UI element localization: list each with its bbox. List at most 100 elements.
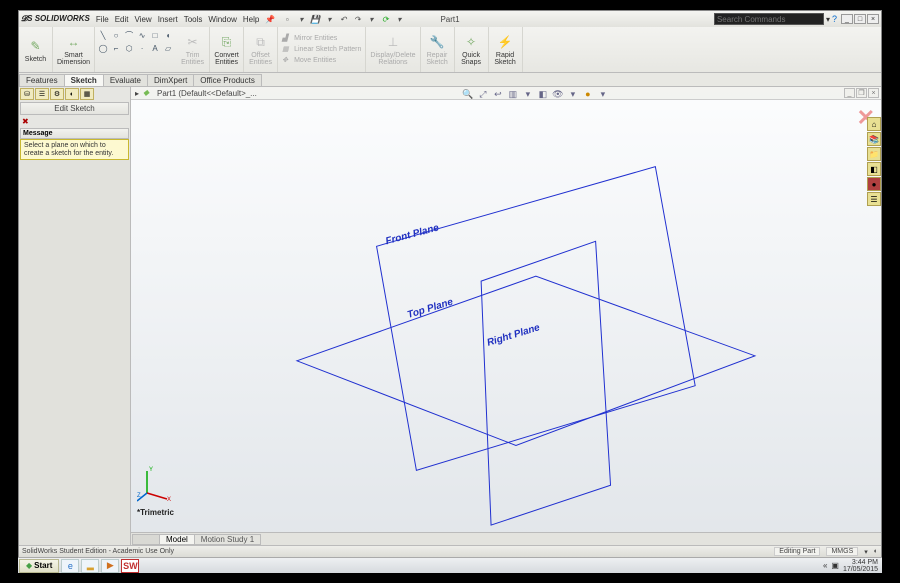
sketch-button[interactable]: ✎ Sketch — [19, 27, 53, 72]
minimize-button[interactable]: _ — [841, 14, 853, 24]
slot-tool-icon[interactable]: ◖ — [162, 29, 174, 41]
taskbar-ie-icon[interactable]: e — [61, 559, 79, 573]
top-plane-outline[interactable] — [297, 276, 755, 445]
panel-tab-study-icon[interactable]: ▦ — [80, 88, 94, 100]
panel-tab-tree-icon[interactable]: ⛁ — [20, 88, 34, 100]
panel-cancel-button[interactable]: ✖ — [19, 116, 130, 127]
tab-office[interactable]: Office Products — [193, 74, 262, 86]
view-name: *Trimetric — [137, 508, 174, 517]
app-logo: 𝓓S SOLIDWORKS — [21, 14, 90, 24]
mirror-button[interactable]: ▟Mirror Entities — [282, 34, 361, 44]
convert-button[interactable]: ⎘ Convert Entities — [210, 27, 244, 72]
maximize-button[interactable]: □ — [854, 14, 866, 24]
menu-bar: File Edit View Insert Tools Window Help … — [96, 15, 275, 24]
close-button[interactable]: × — [867, 14, 879, 24]
rapid-icon: ⚡ — [496, 33, 514, 51]
sketch-icon: ✎ — [27, 37, 45, 55]
tab-dimxpert[interactable]: DimXpert — [147, 74, 194, 86]
tray-expand-icon[interactable]: « — [823, 561, 827, 570]
ellipse-tool-icon[interactable]: ◯ — [97, 42, 109, 54]
open-icon[interactable]: ▾ — [295, 13, 307, 25]
smart-dimension-button[interactable]: ↔ Smart Dimension — [53, 27, 95, 72]
help-icon[interactable]: ? — [832, 14, 837, 24]
fillet-tool-icon[interactable]: ⌐ — [110, 42, 122, 54]
right-plane-outline[interactable] — [481, 241, 610, 525]
relations-button[interactable]: ⊥ Display/Delete Relations — [366, 27, 420, 72]
panel-tab-prop-icon[interactable]: ☰ — [35, 88, 49, 100]
svg-text:Z: Z — [137, 493, 141, 499]
panel-empty — [19, 160, 130, 545]
right-plane-label: Right Plane — [486, 322, 542, 349]
front-plane-outline[interactable] — [377, 167, 696, 471]
tab-model[interactable]: Model — [159, 534, 195, 545]
rect-tool-icon[interactable]: □ — [149, 29, 161, 41]
line-tool-icon[interactable]: ╲ — [97, 29, 109, 41]
offset-label: Offset Entities — [249, 52, 272, 66]
options-icon[interactable]: ▾ — [393, 13, 405, 25]
linear-pattern-button[interactable]: ▦Linear Sketch Pattern — [282, 45, 361, 55]
system-tray: « ▣ 3:44 PM 17/05/2015 — [823, 559, 882, 573]
text-tool-icon[interactable]: A — [149, 42, 161, 54]
repair-icon: 🔧 — [428, 33, 446, 51]
search-dropdown-icon[interactable]: ▾ — [826, 15, 830, 24]
panel-tab-config-icon[interactable]: ⚙ — [50, 88, 64, 100]
menu-pin-icon[interactable]: 📌 — [265, 15, 275, 24]
taskbar-media-icon[interactable]: ▶ — [101, 559, 119, 573]
menu-view[interactable]: View — [135, 15, 152, 24]
repair-button[interactable]: 🔧 Repair Sketch — [421, 27, 455, 72]
new-icon[interactable]: ▫ — [281, 13, 293, 25]
tab-features[interactable]: Features — [19, 74, 65, 86]
timeline-seg[interactable] — [132, 534, 160, 545]
trim-button[interactable]: ✂ Trim Entities — [176, 27, 210, 72]
tab-evaluate[interactable]: Evaluate — [103, 74, 148, 86]
tab-motion-study[interactable]: Motion Study 1 — [194, 534, 261, 545]
spline-tool-icon[interactable]: ∿ — [136, 29, 148, 41]
save-icon[interactable]: 💾 — [309, 13, 321, 25]
status-extra-icon[interactable]: ▾ — [864, 548, 868, 556]
rebuild-icon[interactable]: ⟳ — [379, 13, 391, 25]
menu-insert[interactable]: Insert — [158, 15, 178, 24]
orientation-triad[interactable]: Y X Z — [137, 463, 177, 503]
panel-title: Edit Sketch — [20, 102, 129, 115]
move-button[interactable]: ✥Move Entities — [282, 56, 361, 66]
taskbar-solidworks-icon[interactable]: SW — [121, 559, 139, 573]
status-mode: Editing Part — [774, 547, 820, 556]
menu-file[interactable]: File — [96, 15, 109, 24]
print-icon[interactable]: ▾ — [323, 13, 335, 25]
menu-help[interactable]: Help — [243, 15, 259, 24]
redo-icon[interactable]: ↷ — [351, 13, 363, 25]
document-title: Part1 — [440, 15, 459, 24]
dimension-icon: ↔ — [65, 33, 83, 51]
status-text: SolidWorks Student Edition - Academic Us… — [22, 548, 174, 555]
undo-icon[interactable]: ↶ — [337, 13, 349, 25]
menu-edit[interactable]: Edit — [115, 15, 129, 24]
viewport[interactable]: ▸ ◆ Part1 (Default<<Default>_... 🔍 ⤢ ↩ ▥… — [131, 87, 881, 545]
rapid-button[interactable]: ⚡ Rapid Sketch — [489, 27, 523, 72]
convert-label: Convert Entities — [214, 52, 239, 66]
start-button[interactable]: ◆ Start — [19, 559, 59, 573]
circle-tool-icon[interactable]: ○ — [110, 29, 122, 41]
panel-tabs: ⛁ ☰ ⚙ ◐ ▦ — [19, 87, 130, 101]
panel-tab-display-icon[interactable]: ◐ — [65, 88, 79, 100]
menu-window[interactable]: Window — [208, 15, 236, 24]
plane-tool-icon[interactable]: ▱ — [162, 42, 174, 54]
offset-button[interactable]: ⧉ Offset Entities — [244, 27, 278, 72]
taskbar-explorer-icon[interactable]: ▂ — [81, 559, 99, 573]
status-units[interactable]: MMGS — [826, 547, 858, 556]
tray-clock[interactable]: 3:44 PM 17/05/2015 — [843, 559, 878, 573]
select-icon[interactable]: ▾ — [365, 13, 377, 25]
point-tool-icon[interactable]: · — [136, 42, 148, 54]
menu-tools[interactable]: Tools — [184, 15, 203, 24]
tray-icon[interactable]: ▣ — [831, 561, 839, 570]
quicksnaps-button[interactable]: ✧ Quick Snaps — [455, 27, 489, 72]
move-icon: ✥ — [282, 56, 292, 66]
svg-text:Y: Y — [149, 467, 153, 473]
status-options-icon[interactable]: ◐ — [874, 548, 878, 555]
trim-label: Trim Entities — [181, 52, 204, 66]
bottom-tabs: Model Motion Study 1 — [131, 532, 881, 545]
polygon-tool-icon[interactable]: ⬡ — [123, 42, 135, 54]
feature-panel: ⛁ ☰ ⚙ ◐ ▦ Edit Sketch ✖ Message Select a… — [19, 87, 131, 545]
search-input[interactable] — [714, 13, 824, 25]
tab-sketch[interactable]: Sketch — [64, 74, 104, 86]
arc-tool-icon[interactable]: ⌒ — [123, 29, 135, 41]
